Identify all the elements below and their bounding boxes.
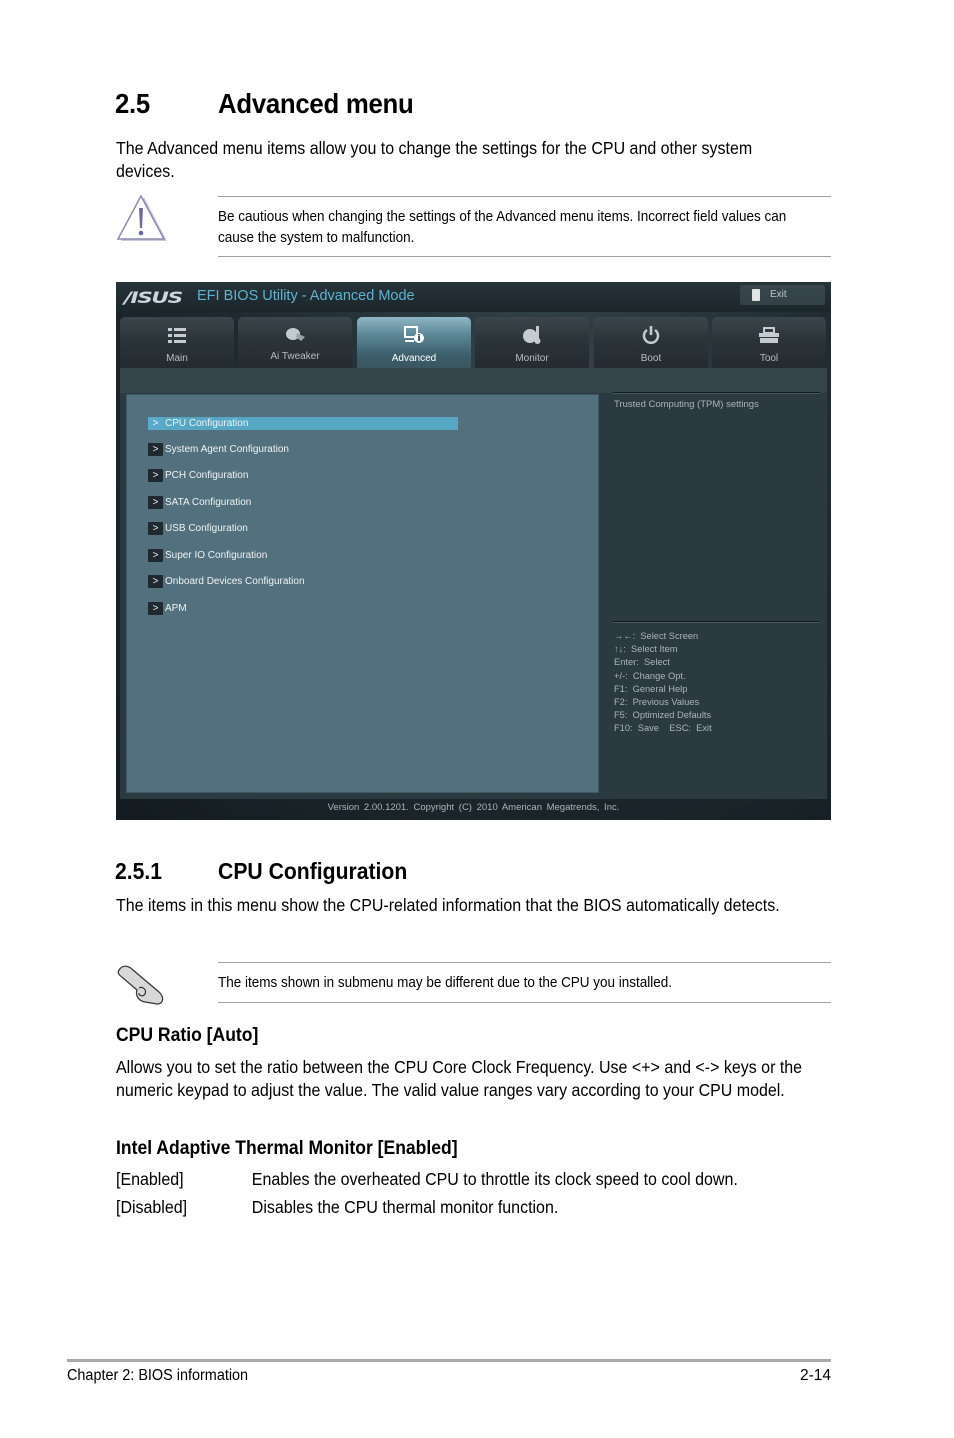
menu-item-usb-configuration[interactable]: > USB Configuration (148, 522, 458, 535)
option-description: Disables the CPU thermal monitor functio… (251, 1197, 559, 1217)
section-number: 2.5 (115, 88, 150, 119)
toolbox-icon (759, 327, 779, 343)
bios-screenshot: /ISUS EFI BIOS Utility - Advanced Mode E… (116, 282, 831, 820)
asus-logo: /ISUS (124, 288, 183, 307)
tab-label: Boot (640, 353, 662, 364)
menu-item-system-agent-configuration[interactable]: > System Agent Configuration (148, 443, 458, 456)
menu-item-label: PCH Configuration (165, 470, 249, 481)
exit-label: Exit (770, 289, 787, 300)
tab-tool[interactable]: Tool (712, 317, 826, 368)
key-help-line: F2: Previous Values (614, 697, 700, 708)
menu-item-onboard-devices-configuration[interactable]: > Onboard Devices Configuration (148, 575, 458, 588)
menu-item-sata-configuration[interactable]: > SATA Configuration (148, 496, 458, 509)
subsection-number: 2.5.1 (115, 858, 163, 884)
key-legend: →←: Select Screen ↑↓: Select Item Enter:… (614, 630, 712, 736)
bios-titlebar: /ISUS EFI BIOS Utility - Advanced Mode E… (116, 282, 831, 312)
help-divider (613, 621, 820, 623)
menu-item-label: APM (165, 603, 187, 614)
section-heading: 2.5 Advanced menu (115, 88, 414, 120)
option-row-enabled: [Enabled] Enables the overheated CPU to t… (116, 1169, 738, 1190)
key-help-line: +/-: Change Opt. (614, 670, 686, 681)
tab-label: Main (166, 353, 188, 364)
key-help-line: F5: Optimized Defaults (614, 710, 712, 721)
menu-item-label: Super IO Configuration (165, 550, 268, 561)
submenu-arrow-icon: > (148, 602, 163, 615)
menu-item-label: SATA Configuration (165, 497, 252, 508)
key-help-line: F10: Save ESC: Exit (614, 723, 712, 734)
caution-text: Be cautious when changing the settings o… (218, 209, 787, 246)
submenu-arrow-icon: > (148, 443, 163, 456)
tab-label: Monitor (515, 353, 549, 364)
bios-title: EFI BIOS Utility - Advanced Mode (197, 288, 415, 304)
cpu-ratio-heading: CPU Ratio [Auto] (116, 1024, 259, 1046)
page-number: 2-14 (799, 1367, 831, 1384)
power-icon (642, 326, 660, 344)
submenu-arrow-icon: > (148, 496, 163, 509)
bios-tabs: Main Ai Tweaker Advanced Monitor Boot To… (120, 317, 827, 368)
help-description: Trusted Computing (TPM) settings (614, 399, 759, 410)
caution-note: Be cautious when changing the settings o… (115, 194, 831, 258)
footer-divider (67, 1359, 831, 1362)
option-description: Enables the overheated CPU to throttle i… (251, 1169, 738, 1189)
option-row-disabled: [Disabled] Disables the CPU thermal monit… (116, 1197, 558, 1218)
chapter-label: Chapter 2: BIOS information (67, 1367, 249, 1384)
key-help-line: →←: Select Screen (614, 631, 699, 641)
menu-item-label: Onboard Devices Configuration (165, 576, 305, 587)
menu-item-cpu-configuration[interactable]: > CPU Configuration (148, 417, 458, 430)
section-intro: The Advanced menu items allow you to cha… (116, 138, 753, 181)
warning-triangle-icon (116, 194, 167, 241)
submenu-arrow-icon: > (148, 522, 163, 535)
thermometer-icon (523, 326, 541, 344)
tab-label: Advanced (391, 353, 437, 364)
menu-item-super-io-configuration[interactable]: > Super IO Configuration (148, 549, 458, 562)
subsection-title: CPU Configuration (218, 858, 408, 884)
cpu-ratio-description: Allows you to set the ratio between the … (116, 1057, 803, 1100)
thermal-monitor-heading: Intel Adaptive Thermal Monitor [Enabled] (116, 1137, 458, 1159)
tab-main[interactable]: Main (120, 317, 234, 368)
advanced-info-icon (404, 326, 424, 343)
subsection-intro: The items in this menu show the CPU-rela… (116, 895, 780, 915)
info-note: The items shown in submenu may be differ… (115, 962, 831, 1005)
help-panel: Trusted Computing (TPM) settings →←: Sel… (608, 368, 820, 799)
submenu-arrow-icon: > (148, 549, 163, 562)
option-key: [Disabled] (116, 1197, 188, 1217)
menu-item-apm[interactable]: > APM (148, 602, 458, 615)
list-icon (168, 328, 186, 343)
tab-boot[interactable]: Boot (594, 317, 708, 368)
tab-advanced[interactable]: Advanced (357, 317, 471, 368)
bios-content: > CPU Configuration > System Agent Confi… (120, 368, 827, 799)
tweaker-icon (286, 328, 305, 341)
key-help-line: ↑↓: Select Item (614, 644, 678, 655)
option-key: [Enabled] (116, 1169, 184, 1189)
tab-ai-tweaker[interactable]: Ai Tweaker (238, 317, 352, 368)
submenu-arrow-icon: > (148, 575, 163, 588)
help-divider (613, 392, 820, 394)
submenu-arrow-icon: > (148, 417, 163, 430)
tab-label: Tool (759, 353, 779, 364)
section-title: Advanced menu (218, 88, 414, 119)
info-text: The items shown in submenu may be differ… (218, 975, 672, 991)
menu-item-label: System Agent Configuration (165, 444, 289, 455)
menu-item-pch-configuration[interactable]: > PCH Configuration (148, 469, 458, 482)
menu-item-label: CPU Configuration (165, 418, 249, 429)
menu-item-label: USB Configuration (165, 523, 248, 534)
tab-monitor[interactable]: Monitor (475, 317, 589, 368)
bios-version-footer: Version 2.00.1201. Copyright (C) 2010 Am… (327, 802, 620, 813)
pointing-hand-icon (117, 965, 164, 1005)
key-help-line: Enter: Select (614, 657, 670, 668)
submenu-arrow-icon: > (148, 469, 163, 482)
advanced-menu-list: > CPU Configuration > System Agent Confi… (126, 394, 599, 793)
key-help-line: F1: General Help (614, 683, 688, 694)
exit-door-icon (752, 289, 760, 301)
tab-label: Ai Tweaker (270, 351, 320, 362)
exit-button[interactable]: Exit (740, 285, 825, 305)
subsection-heading: 2.5.1 CPU Configuration (115, 858, 407, 885)
